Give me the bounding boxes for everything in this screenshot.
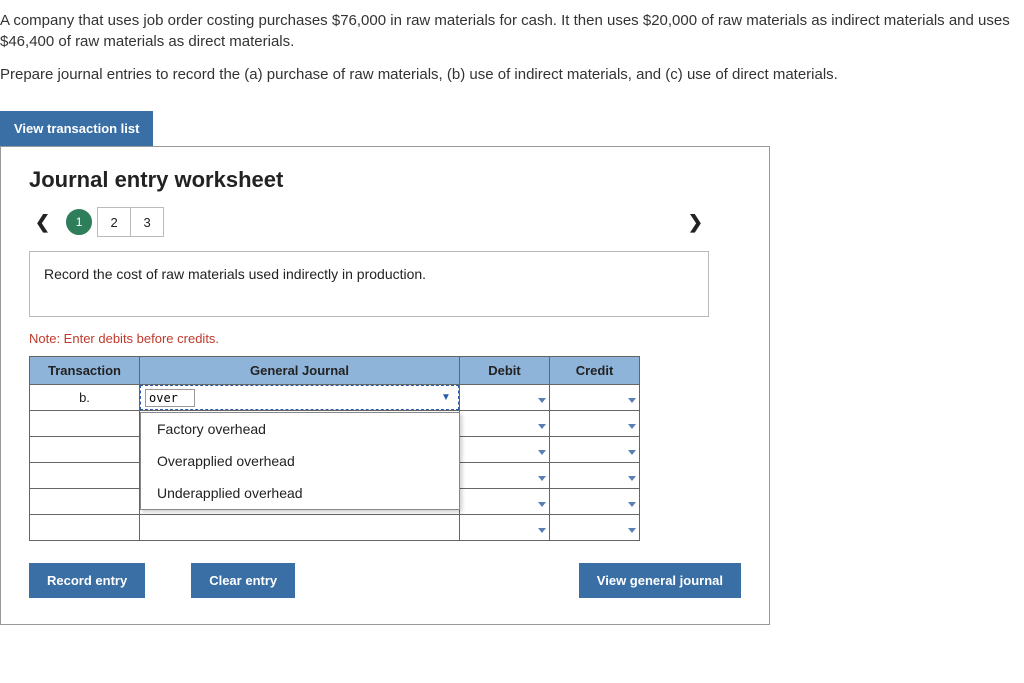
dropdown-option[interactable]: Underapplied overhead (141, 477, 459, 509)
credit-cell[interactable] (550, 385, 640, 411)
chevron-right-icon[interactable]: ❯ (682, 208, 709, 237)
record-entry-button[interactable]: Record entry (29, 563, 145, 598)
step-3[interactable]: 3 (130, 207, 164, 237)
step-2[interactable]: 2 (97, 207, 131, 237)
step-1[interactable]: 1 (66, 209, 92, 235)
credit-cell[interactable] (550, 411, 640, 437)
note-text: Note: Enter debits before credits. (29, 331, 741, 346)
credit-cell[interactable] (550, 463, 640, 489)
credit-cell[interactable] (550, 437, 640, 463)
account-dropdown: Factory overhead Overapplied overhead Un… (140, 412, 460, 510)
general-journal-cell[interactable] (140, 515, 460, 541)
instruction-box: Record the cost of raw materials used in… (29, 251, 709, 317)
worksheet-title: Journal entry worksheet (29, 167, 741, 193)
header-general-journal: General Journal (140, 357, 460, 385)
debit-cell[interactable] (460, 437, 550, 463)
debit-cell[interactable] (460, 489, 550, 515)
debit-cell[interactable] (460, 515, 550, 541)
dropdown-option[interactable]: Factory overhead (141, 413, 459, 445)
transaction-cell[interactable] (30, 463, 140, 489)
general-journal-cell[interactable]: ▼ Factory overhead Overapplied overhead … (140, 385, 460, 411)
view-transaction-list-button[interactable]: View transaction list (0, 111, 153, 146)
view-general-journal-button[interactable]: View general journal (579, 563, 741, 598)
header-transaction: Transaction (30, 357, 140, 385)
question-paragraph-1: A company that uses job order costing pu… (0, 10, 1014, 52)
journal-entry-table: Transaction General Journal Debit Credit… (29, 356, 640, 541)
dropdown-arrow-icon[interactable]: ▼ (438, 390, 454, 406)
question-paragraph-2: Prepare journal entries to record the (a… (0, 64, 1014, 85)
account-search-input[interactable] (145, 389, 195, 407)
debit-cell[interactable] (460, 411, 550, 437)
header-debit: Debit (460, 357, 550, 385)
credit-cell[interactable] (550, 515, 640, 541)
debit-cell[interactable] (460, 385, 550, 411)
chevron-left-icon[interactable]: ❮ (29, 208, 56, 237)
transaction-cell[interactable] (30, 411, 140, 437)
transaction-cell[interactable] (30, 437, 140, 463)
journal-entry-worksheet: Journal entry worksheet ❮ 1 2 3 ❯ Record… (0, 146, 770, 625)
clear-entry-button[interactable]: Clear entry (191, 563, 295, 598)
transaction-cell: b. (30, 385, 140, 411)
transaction-cell[interactable] (30, 489, 140, 515)
header-credit: Credit (550, 357, 640, 385)
credit-cell[interactable] (550, 489, 640, 515)
transaction-cell[interactable] (30, 515, 140, 541)
dropdown-option[interactable]: Overapplied overhead (141, 445, 459, 477)
step-pager: ❮ 1 2 3 ❯ (29, 207, 709, 237)
debit-cell[interactable] (460, 463, 550, 489)
